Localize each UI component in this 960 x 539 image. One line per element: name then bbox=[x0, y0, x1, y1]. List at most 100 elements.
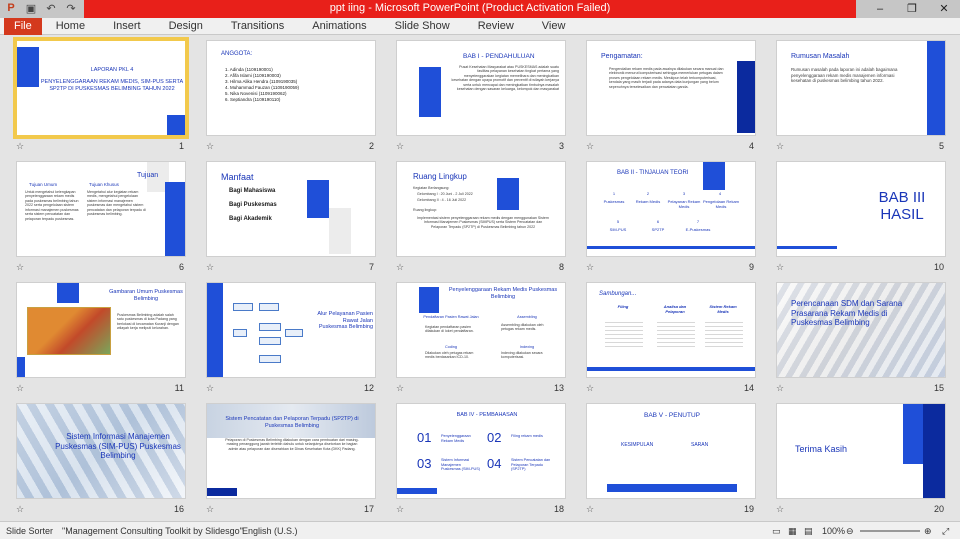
slide-thumbnail-11[interactable]: Gambaran Umum Puskesmas Belimbing Puskes… bbox=[16, 282, 186, 378]
slide-thumbnail-16[interactable]: Sistem Informasi Manajemen Puskesmas (SI… bbox=[16, 403, 186, 499]
conclusion-label: KESIMPULAN bbox=[621, 442, 654, 448]
star-icon[interactable]: ☆ bbox=[776, 141, 784, 152]
star-icon[interactable]: ☆ bbox=[396, 383, 404, 394]
star-icon[interactable]: ☆ bbox=[586, 141, 594, 152]
tab-insert[interactable]: Insert bbox=[99, 20, 155, 32]
slide-thumbnail-2[interactable]: ANGGOTA: 1. Adinda (1109190001) 2. Afifa… bbox=[206, 40, 376, 136]
slide-thumbnail-8[interactable]: Ruang Lingkup Kegiatan Berlangsung: Gelo… bbox=[396, 161, 566, 257]
star-icon[interactable]: ☆ bbox=[396, 504, 404, 515]
tab-animations[interactable]: Animations bbox=[298, 20, 380, 32]
slide-thumbnail-15[interactable]: Perencanaan SDM dan Sarana Prasarana Rek… bbox=[776, 282, 946, 378]
star-icon[interactable]: ☆ bbox=[776, 383, 784, 394]
star-icon[interactable]: ☆ bbox=[396, 262, 404, 273]
column-title: Coding bbox=[444, 345, 458, 349]
slide-number: 11 bbox=[174, 383, 184, 393]
tab-review[interactable]: Review bbox=[464, 20, 528, 32]
topic-number: 3 bbox=[682, 191, 686, 196]
column-title: Assembling bbox=[517, 315, 537, 319]
topic-number: 6 bbox=[656, 219, 660, 224]
star-icon[interactable]: ☆ bbox=[16, 262, 24, 273]
slide-heading: BAB III HASIL bbox=[878, 189, 926, 223]
star-icon[interactable]: ☆ bbox=[776, 262, 784, 273]
slide-title: PENYELENGGARAAN REKAM MEDIS, SIM-PUS SER… bbox=[40, 79, 184, 92]
topic-number: 2 bbox=[646, 191, 650, 196]
star-icon[interactable]: ☆ bbox=[16, 504, 24, 515]
star-icon[interactable]: ☆ bbox=[586, 262, 594, 273]
star-icon[interactable]: ☆ bbox=[586, 383, 594, 394]
title-bar: P ▣ ↶ ↷ ▾ ppt iing - Microsoft PowerPoin… bbox=[0, 0, 960, 18]
star-icon[interactable]: ☆ bbox=[206, 141, 214, 152]
tab-slide-show[interactable]: Slide Show bbox=[381, 20, 464, 32]
topic-label: SP2TP bbox=[651, 227, 665, 232]
slide-thumbnail-19[interactable]: BAB V - PENUTUP KESIMPULAN SARAN bbox=[586, 403, 756, 499]
slide-thumbnail-1[interactable]: LAPORAN PKL 4 PENYELENGGARAAN REKAM MEDI… bbox=[13, 37, 189, 139]
tab-design[interactable]: Design bbox=[155, 20, 217, 32]
column-body: Mengetahui alur kegiatan rekam medis, me… bbox=[87, 190, 146, 217]
slide-heading: Alur Pelayanan Pasien Rawat Jalan Puskes… bbox=[317, 311, 373, 331]
save-icon[interactable]: ▣ bbox=[24, 2, 38, 15]
column-body: Indexing dilakukan secara komputerisasi. bbox=[501, 351, 543, 360]
close-icon[interactable]: ✕ bbox=[928, 0, 960, 18]
column-body: Kegiatan pendaftaran pasien dilakukan di… bbox=[425, 325, 474, 334]
zoom-out-icon[interactable]: ⊖ bbox=[846, 526, 854, 537]
slide-body: Pelaporan di Puskesmas Belimbing dilakuk… bbox=[225, 438, 359, 451]
slide-thumbnail-12[interactable]: Alur Pelayanan Pasien Rawat Jalan Puskes… bbox=[206, 282, 376, 378]
slide-number: 13 bbox=[553, 383, 564, 393]
minimize-icon[interactable]: – bbox=[864, 0, 896, 18]
slide-number: 17 bbox=[363, 504, 374, 514]
tab-view[interactable]: View bbox=[528, 20, 580, 32]
slide-thumbnail-13[interactable]: Penyelenggaraan Rekam Medis Puskesmas Be… bbox=[396, 282, 566, 378]
schedule-item: Gelombang I : 20 Juni - 2 Juli 2022 bbox=[417, 192, 473, 196]
slide-number: 20 bbox=[933, 504, 944, 514]
topic-number: 5 bbox=[616, 219, 620, 224]
zoom-level[interactable]: 100% bbox=[822, 526, 845, 536]
star-icon[interactable]: ☆ bbox=[206, 383, 214, 394]
star-icon[interactable]: ☆ bbox=[206, 262, 214, 273]
slide-thumbnail-7[interactable]: Manfaat Bagi Mahasiswa Bagi Puskesmas Ba… bbox=[206, 161, 376, 257]
slide-sorter-icon[interactable]: ▦ bbox=[788, 526, 797, 537]
reading-view-icon[interactable]: ▤ bbox=[804, 526, 813, 537]
star-icon[interactable]: ☆ bbox=[16, 141, 24, 152]
schedule-label: Kegiatan Berlangsung: bbox=[413, 186, 450, 190]
slide-thumbnail-6[interactable]: Tujuan Tujuan Umum Tujuan Khusus Untuk m… bbox=[16, 161, 186, 257]
slide-heading: Sistem Pencatatan dan Pelaporan Terpadu … bbox=[225, 416, 359, 429]
slide-thumbnail-9[interactable]: BAB II - TINJAUAN TEORI 1 Puskesmas 2 Re… bbox=[586, 161, 756, 257]
map-image bbox=[27, 307, 111, 355]
column-title: Tujuan Umum bbox=[29, 182, 58, 187]
slide-thumbnail-3[interactable]: BAB I - PENDAHULUAN Pusat Kesehatan Masy… bbox=[396, 40, 566, 136]
topic-label: Sistem Pencatatan dan Pelaporan Terpadu … bbox=[511, 458, 551, 472]
tab-home[interactable]: Home bbox=[42, 20, 99, 32]
fit-slide-icon[interactable]: ⤢ bbox=[942, 526, 949, 537]
slide-number: 6 bbox=[178, 262, 184, 272]
slide-thumbnail-4[interactable]: Pengamatan: Pengendalian rekam medis pad… bbox=[586, 40, 756, 136]
slide-heading: Perencanaan SDM dan Sarana Prasarana Rek… bbox=[791, 299, 903, 328]
slide-number: 8 bbox=[558, 262, 564, 272]
tab-file[interactable]: File bbox=[4, 17, 42, 35]
slide-heading: Tujuan bbox=[137, 172, 159, 179]
restore-icon[interactable]: ❐ bbox=[896, 0, 928, 18]
slide-thumbnail-18[interactable]: BAB IV - PEMBAHASAN 01 Penyelenggaraan R… bbox=[396, 403, 566, 499]
slide-heading: BAB V - PENUTUP bbox=[644, 412, 700, 419]
slide-heading: LAPORAN PKL 4 bbox=[90, 67, 134, 73]
slide-number: 2 bbox=[368, 141, 374, 151]
slide-thumbnail-5[interactable]: Rumusan Masalah Rumusan masalah pada lap… bbox=[776, 40, 946, 136]
slide-thumbnail-17[interactable]: Sistem Pencatatan dan Pelaporan Terpadu … bbox=[206, 403, 376, 499]
slide-thumbnail-10[interactable]: BAB III HASIL bbox=[776, 161, 946, 257]
star-icon[interactable]: ☆ bbox=[396, 141, 404, 152]
slide-thumbnail-20[interactable]: Terima Kasih bbox=[776, 403, 946, 499]
zoom-in-icon[interactable]: ⊕ bbox=[924, 526, 932, 537]
undo-icon[interactable]: ↶ bbox=[44, 2, 58, 15]
redo-icon[interactable]: ↷ bbox=[64, 2, 78, 15]
star-icon[interactable]: ☆ bbox=[776, 504, 784, 515]
star-icon[interactable]: ☆ bbox=[16, 383, 24, 394]
star-icon[interactable]: ☆ bbox=[586, 504, 594, 515]
zoom-slider[interactable] bbox=[860, 530, 920, 532]
slide-thumbnail-14[interactable]: Sambungan... Filing Analisa dan Pelapora… bbox=[586, 282, 756, 378]
star-icon[interactable]: ☆ bbox=[206, 504, 214, 515]
tab-transitions[interactable]: Transitions bbox=[217, 20, 298, 32]
view-label: Slide Sorter bbox=[6, 526, 54, 536]
powerpoint-icon[interactable]: P bbox=[4, 2, 18, 15]
slide-number: 14 bbox=[743, 383, 754, 393]
normal-view-icon[interactable]: ▭ bbox=[772, 526, 781, 537]
column-body: Untuk mengetahui kelengkapan penyelengga… bbox=[25, 190, 79, 221]
